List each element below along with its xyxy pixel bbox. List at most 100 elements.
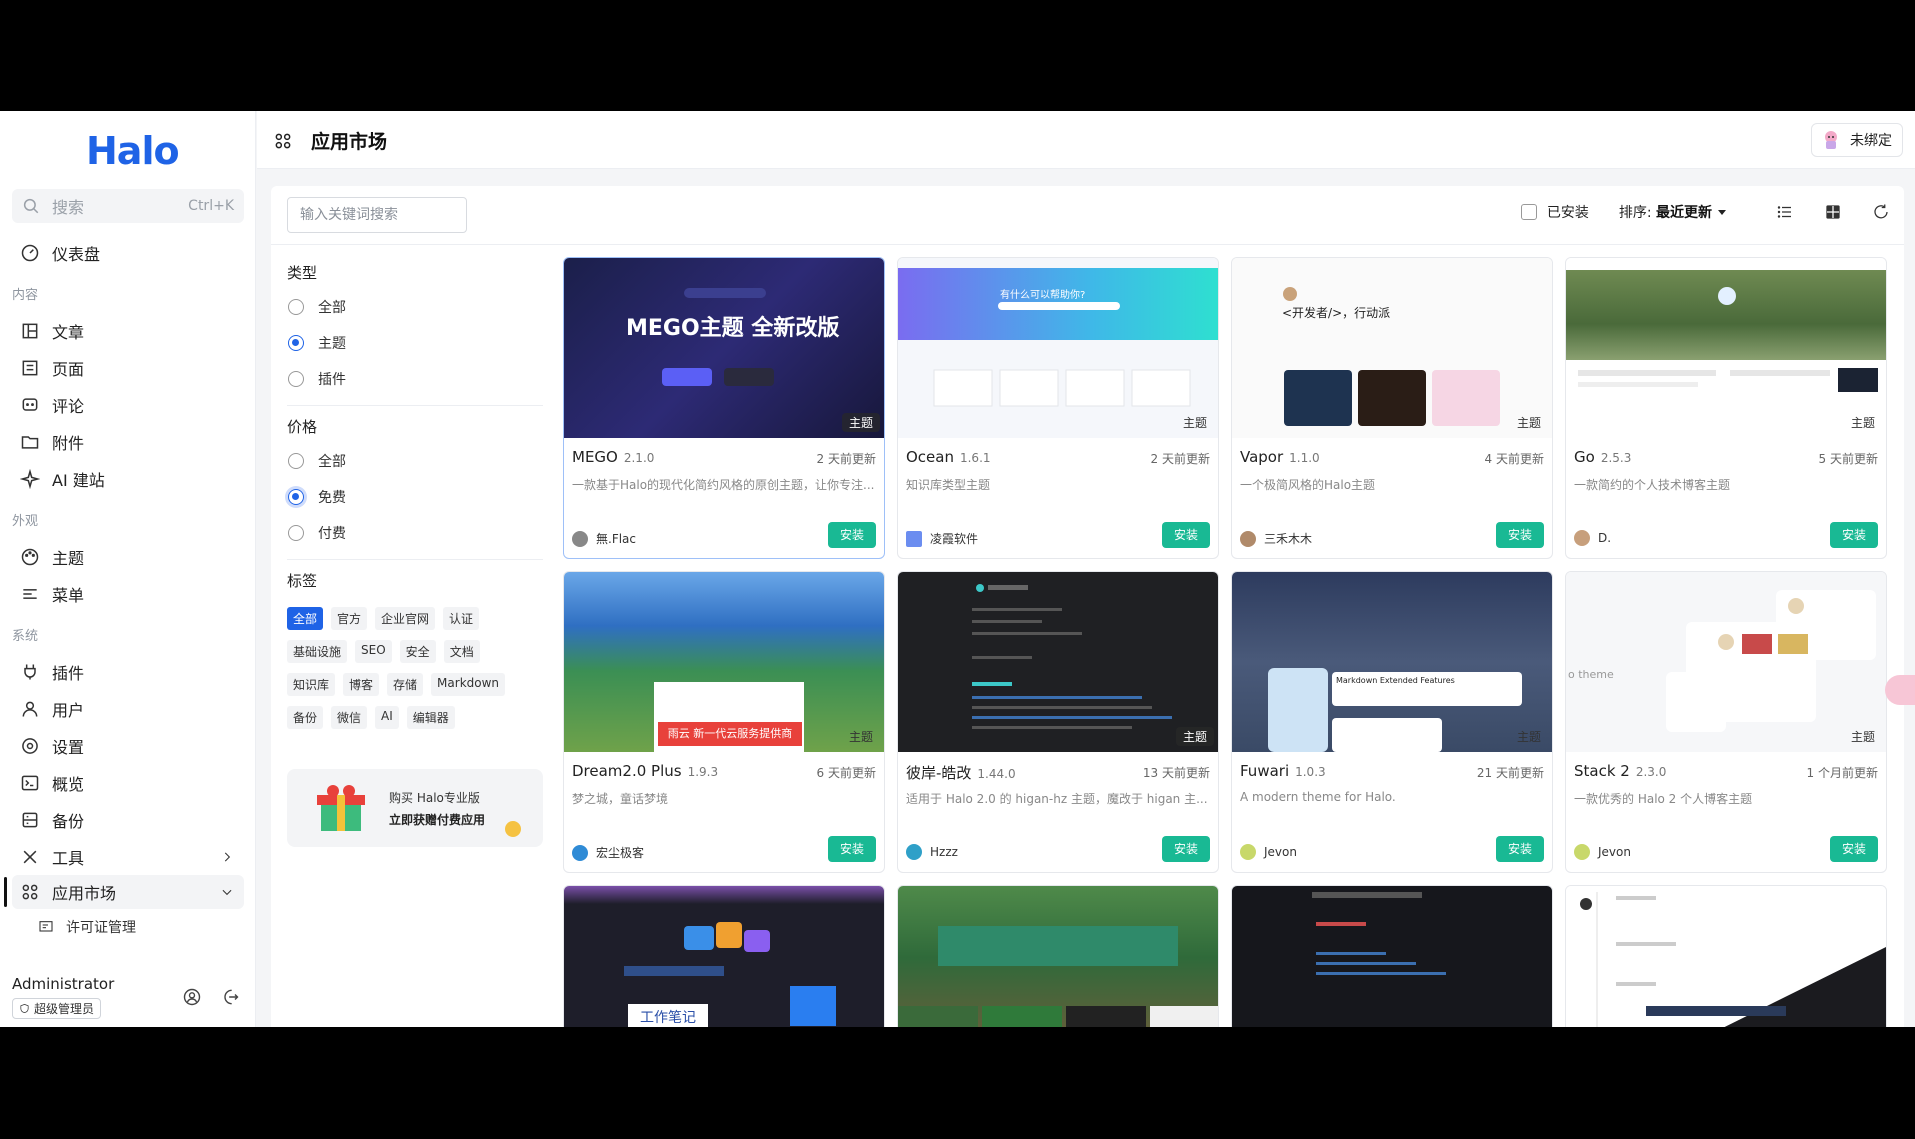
tag-chip[interactable]: 编辑器 [406, 706, 455, 729]
tag-chip[interactable]: 知识库 [287, 673, 336, 696]
app-card[interactable] [1231, 885, 1553, 1027]
option-label: 付费 [318, 526, 346, 542]
price-option-free[interactable]: 免费 [287, 479, 543, 515]
tag-chip[interactable]: 备份 [287, 706, 324, 729]
install-button[interactable]: 安装 [1830, 836, 1878, 862]
type-option-all[interactable]: 全部 [287, 289, 543, 325]
price-option-all[interactable]: 全部 [287, 443, 543, 479]
tag-chip[interactable]: 官方 [331, 607, 368, 630]
app-card[interactable]: 主题 彼岸-皓改 1.44.0 13 天前更新 适用于 Halo 2.0 的 hi… [897, 571, 1219, 873]
type-option-plugin[interactable]: 插件 [287, 361, 543, 397]
radio[interactable] [288, 371, 304, 387]
app-card[interactable]: o theme 主题 Stack 2 2.3.0 1 个月前更新 一款优秀的 Ha… [1565, 571, 1887, 873]
nav-menus[interactable]: 菜单 [12, 577, 244, 611]
app-author[interactable]: 宏尘极客 [572, 844, 644, 861]
radio[interactable] [288, 453, 304, 469]
logout-icon[interactable] [220, 987, 240, 1007]
installed-filter[interactable]: 已安装 [1520, 202, 1589, 222]
tag-chip[interactable]: 微信 [331, 706, 368, 729]
app-author[interactable]: Jevon [1240, 844, 1297, 860]
tag-chip[interactable]: 基础设施 [287, 640, 348, 663]
thumbnail-avatar [1268, 668, 1328, 752]
tag-chip[interactable]: 文档 [443, 640, 480, 663]
type-option-theme[interactable]: 主题 [287, 325, 543, 361]
nav-themes[interactable]: 主题 [12, 540, 244, 574]
radio-selected[interactable] [288, 489, 304, 505]
installed-checkbox[interactable] [1520, 204, 1537, 220]
nav-posts[interactable]: 文章 [12, 314, 244, 348]
app-author[interactable]: Hzzz [906, 844, 958, 860]
install-button[interactable]: 安装 [828, 836, 876, 862]
tag-chip[interactable]: 存储 [387, 673, 424, 696]
app-card[interactable] [897, 885, 1219, 1027]
nav-ai[interactable]: AI 建站 [12, 462, 244, 496]
nav-plugins[interactable]: 插件 [12, 655, 244, 689]
radio-selected[interactable] [288, 335, 304, 351]
nav-settings[interactable]: 设置 [12, 729, 244, 763]
translate-bubble[interactable] [1885, 675, 1915, 705]
grid-view-icon[interactable] [1824, 203, 1842, 221]
nav-attachments[interactable]: 附件 [12, 425, 244, 459]
nav-license[interactable]: 许可证管理 [38, 917, 136, 937]
app-author[interactable]: 三禾木木 [1240, 530, 1312, 547]
app-card[interactable]: 有什么可以帮助你? 主题 Ocean 1.6.1 2 天前更新 知识库类型主题 凌… [897, 257, 1219, 559]
install-button[interactable]: 安装 [1162, 522, 1210, 548]
halo-logo[interactable]: Halo [86, 129, 180, 173]
app-card[interactable]: 雨云 新一代云服务提供商 主题 Dream2.0 Plus 1.9.3 6 天前更… [563, 571, 885, 873]
install-button[interactable]: 安装 [1496, 836, 1544, 862]
backup-icon [22, 812, 38, 828]
app-author[interactable]: Jevon [1574, 844, 1631, 860]
install-button[interactable]: 安装 [1496, 522, 1544, 548]
app-card[interactable]: MEGO主题 全新改版 主题 MEGO 2.1.0 2 天前更新 一款基于Halo… [563, 257, 885, 559]
tag-chip[interactable]: 博客 [343, 673, 380, 696]
app-name-text: Vapor [1240, 448, 1284, 466]
comments-icon [22, 398, 38, 411]
option-label: 插件 [318, 372, 346, 388]
tag-chip[interactable]: 认证 [443, 607, 480, 630]
app-card[interactable] [1565, 885, 1887, 1027]
radio[interactable] [288, 299, 304, 315]
app-name-text: Ocean [906, 448, 954, 466]
app-version: 1.1.0 [1289, 451, 1320, 465]
app-author[interactable]: 無.Flac [572, 530, 636, 547]
install-button[interactable]: 安装 [1162, 836, 1210, 862]
tag-chip[interactable]: AI [375, 706, 399, 729]
tag-chip[interactable]: Markdown [431, 673, 506, 696]
app-author[interactable]: 凌霞软件 [906, 530, 978, 547]
sort-dropdown[interactable]: 排序: 最近更新 [1619, 202, 1726, 222]
nav-pages[interactable]: 页面 [12, 351, 244, 385]
install-button[interactable]: 安装 [828, 522, 876, 548]
install-button[interactable]: 安装 [1830, 522, 1878, 548]
nav-tools[interactable]: 工具 [12, 840, 244, 874]
tag-chip[interactable]: SEO [355, 640, 392, 663]
keyword-search-input[interactable] [287, 197, 467, 233]
unbound-button[interactable]: 未绑定 [1811, 123, 1903, 157]
list-view-icon[interactable] [1776, 203, 1794, 221]
nav-users[interactable]: 用户 [12, 692, 244, 726]
app-card[interactable]: <开发者/>，行动派 主题 Vapor 1.1.0 4 天前更新 一个极简风格的H… [1231, 257, 1553, 559]
nav-market[interactable]: 应用市场 [12, 875, 244, 909]
app-card[interactable]: Markdown Extended Features 主题 Fuwari 1.0.… [1231, 571, 1553, 873]
profile-icon[interactable] [182, 987, 202, 1007]
app-author[interactable]: D. [1574, 530, 1611, 546]
pro-promo-banner[interactable]: 购买 Halo专业版 立即获赠付费应用 [287, 769, 543, 847]
global-search[interactable]: 搜索 Ctrl+K [12, 189, 244, 223]
refresh-icon[interactable] [1872, 203, 1890, 221]
tag-chip[interactable]: 企业官网 [375, 607, 436, 630]
market-panel: 已安装 排序: 最近更新 类型 全部 主题 插件 价格 全部 [271, 186, 1904, 1027]
tag-chip[interactable]: 安全 [399, 640, 436, 663]
nav-backup[interactable]: 备份 [12, 803, 244, 837]
tag-chip[interactable]: 全部 [287, 607, 324, 630]
toolbar-divider [271, 244, 1904, 245]
app-card[interactable]: 工作笔记 [563, 885, 885, 1027]
app-name: Ocean 1.6.1 [906, 448, 991, 466]
app-updated: 1 个月前更新 [1806, 766, 1878, 780]
sidebar: Halo 搜索 Ctrl+K 仪表盘 内容 文章 页面 评论 附件 AI 建站 … [0, 111, 256, 1027]
app-thumbnail: MEGO主题 全新改版 主题 [564, 258, 884, 438]
nav-comments[interactable]: 评论 [12, 388, 244, 422]
app-card[interactable]: 主题 Go 2.5.3 5 天前更新 一款简约的个人技术博客主题 D. 安装 [1565, 257, 1887, 559]
price-option-paid[interactable]: 付费 [287, 515, 543, 551]
nav-dashboard[interactable]: 仪表盘 [12, 236, 244, 270]
nav-overview[interactable]: 概览 [12, 766, 244, 800]
radio[interactable] [288, 525, 304, 541]
